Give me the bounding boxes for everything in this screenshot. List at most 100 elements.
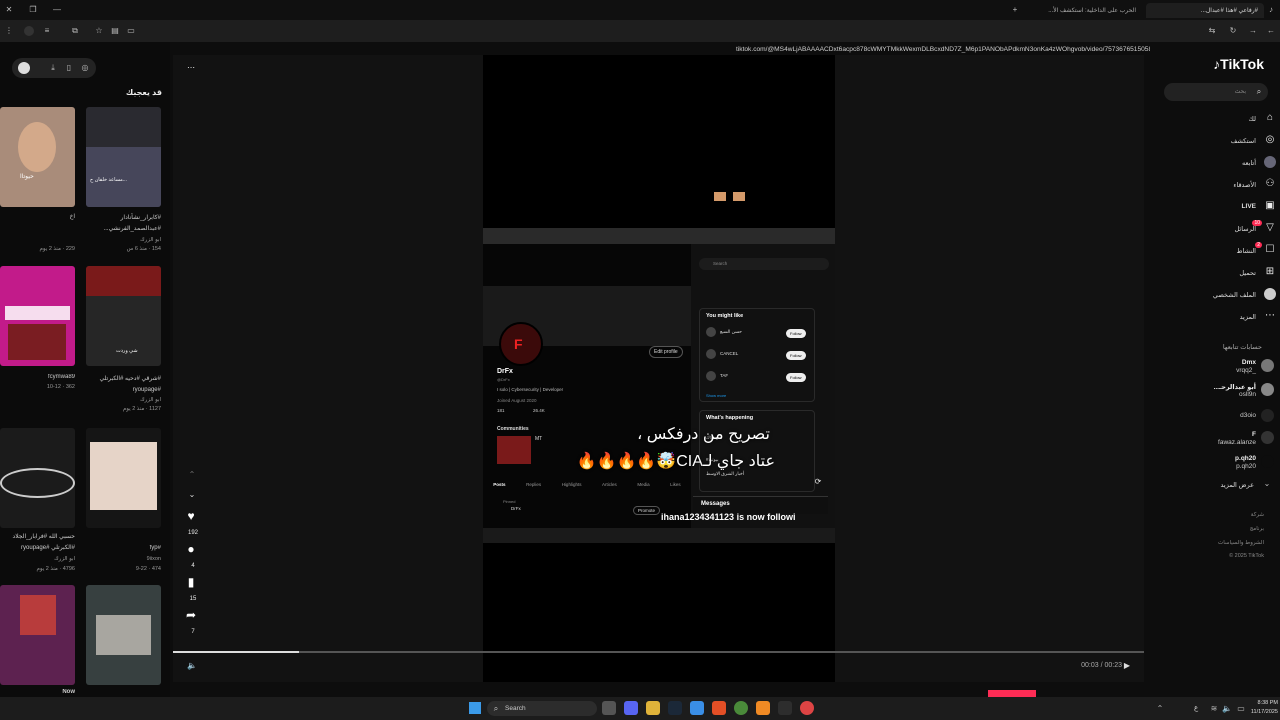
- video-thumb-4[interactable]: شي وردت: [86, 266, 161, 366]
- phone-icon[interactable]: ▯: [64, 63, 74, 73]
- video-thumb-3[interactable]: [0, 266, 75, 366]
- star-icon[interactable]: ☆: [94, 26, 104, 36]
- following-name[interactable]: F: [1252, 431, 1256, 438]
- tab-news[interactable]: الحرب على الداخلية: استكشف الأ...: [1030, 3, 1142, 18]
- task-view-icon[interactable]: [602, 701, 616, 715]
- show-more-button[interactable]: عرض المزيد: [1221, 481, 1254, 489]
- video-author[interactable]: ابو الزرك: [86, 397, 161, 403]
- sidebar-item-10[interactable]: المزيد: [1240, 313, 1256, 321]
- play-icon[interactable]: ▶: [1122, 661, 1132, 671]
- avatar[interactable]: [1261, 359, 1274, 372]
- restore-icon[interactable]: ❐: [28, 5, 38, 15]
- avatar[interactable]: [1261, 383, 1274, 396]
- discord-icon[interactable]: [624, 701, 638, 715]
- next-video-icon[interactable]: ⌄: [187, 490, 197, 500]
- video-author[interactable]: ابو الزرك: [0, 556, 75, 562]
- progress-track[interactable]: [173, 651, 1144, 653]
- sidebar-item-1[interactable]: لك: [1249, 115, 1256, 123]
- share-icon[interactable]: ➦: [186, 609, 196, 621]
- download-icon[interactable]: ⤓: [48, 63, 58, 73]
- start-icon[interactable]: [469, 702, 481, 714]
- reload-icon[interactable]: ↻: [1228, 26, 1238, 36]
- chrome-icon[interactable]: [734, 701, 748, 715]
- video-author[interactable]: fcymwa89: [0, 374, 75, 380]
- compass-icon[interactable]: ◎: [80, 63, 90, 73]
- comment-icon[interactable]: ●: [186, 543, 196, 555]
- app-icon[interactable]: [800, 701, 814, 715]
- wifi-icon[interactable]: ≋: [1209, 704, 1219, 714]
- app-icon[interactable]: [756, 701, 770, 715]
- forward-icon[interactable]: →: [1248, 26, 1258, 36]
- sidebar-item-5[interactable]: LIVE: [1242, 203, 1256, 210]
- language-indicator[interactable]: ع: [1194, 704, 1198, 712]
- sidebar-item-7[interactable]: النشاط: [1236, 247, 1256, 255]
- clock-date[interactable]: 11/17/2025: [1234, 709, 1278, 715]
- video-author[interactable]: ابو الزرك: [86, 237, 161, 243]
- cast-icon[interactable]: ▭: [126, 26, 136, 36]
- back-icon[interactable]: ←: [1266, 26, 1276, 36]
- following-handle[interactable]: d3oio: [1240, 412, 1256, 419]
- following-handle[interactable]: p.qh20: [1236, 463, 1256, 470]
- file-explorer-icon[interactable]: [646, 701, 660, 715]
- chevron-up-icon[interactable]: ⌃: [1155, 704, 1165, 714]
- video-caption[interactable]: Now: [0, 689, 75, 695]
- avatar[interactable]: [1261, 431, 1274, 444]
- sidebar-item-9[interactable]: الملف الشخصي: [1213, 291, 1256, 299]
- following-handle[interactable]: vrqq2_: [1236, 367, 1256, 374]
- video-thumb-2[interactable]: مساعد خلفان ح...: [86, 107, 161, 207]
- avatar[interactable]: [1261, 455, 1274, 468]
- video-thumb-5[interactable]: [0, 428, 75, 528]
- video-thumb-6[interactable]: [86, 428, 161, 528]
- search-input[interactable]: بحث ⌕: [1164, 83, 1268, 101]
- video-caption[interactable]: #fyp: [86, 545, 161, 551]
- video-caption[interactable]: حسبي الله #فرابار_الجلاد #الكبرتلي #ryou…: [0, 532, 75, 554]
- footer-link[interactable]: برنامج: [1250, 526, 1264, 532]
- video-caption[interactable]: #شرقي #دحيه #الكبرتلي #ryoupage: [86, 374, 161, 396]
- sidebar-item-3[interactable]: أتابعه: [1242, 159, 1256, 167]
- video-thumb-1[interactable]: حيوتاا: [0, 107, 75, 207]
- like-icon[interactable]: ♥: [186, 510, 196, 522]
- sidebar-item-6[interactable]: الرسائل: [1234, 225, 1256, 233]
- following-name[interactable]: p.qh20: [1235, 455, 1256, 462]
- clock-time[interactable]: 8:38 PM: [1240, 700, 1278, 706]
- store-icon[interactable]: [690, 701, 704, 715]
- menu-icon[interactable]: ⋮: [4, 26, 14, 36]
- video-thumb-7[interactable]: [0, 585, 75, 685]
- volume-icon[interactable]: 🔈: [187, 661, 197, 671]
- chevron-down-icon[interactable]: ⌄: [1262, 479, 1272, 489]
- reading-icon[interactable]: ▤: [110, 26, 120, 36]
- profile-icon[interactable]: [24, 26, 34, 36]
- avatar-icon[interactable]: [18, 62, 30, 74]
- sidebar-icon[interactable]: ≡: [42, 26, 52, 36]
- search-icon[interactable]: ⌕: [1254, 87, 1264, 97]
- site-settings-icon[interactable]: ⇆: [1207, 26, 1217, 36]
- steam-icon[interactable]: [668, 701, 682, 715]
- video-author[interactable]: 9iixon: [86, 556, 161, 562]
- more-options-icon[interactable]: ⋯: [186, 63, 196, 73]
- brave-icon[interactable]: [712, 701, 726, 715]
- volume-icon[interactable]: 🔈: [1222, 704, 1232, 714]
- bookmark-icon[interactable]: ▮: [186, 576, 196, 588]
- previous-video-icon[interactable]: ⌃: [187, 470, 197, 480]
- app-icon[interactable]: [778, 701, 792, 715]
- following-name[interactable]: Dmx: [1242, 359, 1256, 366]
- avatar[interactable]: [1261, 409, 1274, 422]
- video-caption[interactable]: #كابرار_نشأنادار #عبدالصمد_الفرنشي...: [86, 213, 161, 235]
- sidebar-item-8[interactable]: تحميل: [1239, 269, 1256, 277]
- following-handle[interactable]: osll9n: [1239, 391, 1256, 398]
- video-thumb-8[interactable]: [86, 585, 161, 685]
- video-caption[interactable]: اخ: [0, 213, 75, 220]
- following-handle[interactable]: fawaz.alanze: [1218, 439, 1256, 446]
- footer-link[interactable]: شركة: [1251, 512, 1264, 518]
- taskbar-search[interactable]: Search: [487, 701, 597, 716]
- screenshot-icon[interactable]: ⧉: [70, 26, 80, 36]
- close-icon[interactable]: ✕: [4, 5, 14, 15]
- sidebar-item-2[interactable]: استكشف: [1231, 137, 1256, 145]
- tiktok-logo[interactable]: ♪TikTok: [1213, 56, 1264, 72]
- footer-link[interactable]: الشروط والسياسات: [1218, 540, 1264, 546]
- rotate-icon[interactable]: ⟳: [813, 477, 823, 487]
- minimize-icon[interactable]: —: [52, 5, 62, 15]
- new-tab-icon[interactable]: +: [1010, 5, 1020, 15]
- following-name[interactable]: أبو عبدالرحـ...: [1214, 383, 1256, 391]
- sidebar-item-4[interactable]: الأصدقاء: [1233, 181, 1256, 189]
